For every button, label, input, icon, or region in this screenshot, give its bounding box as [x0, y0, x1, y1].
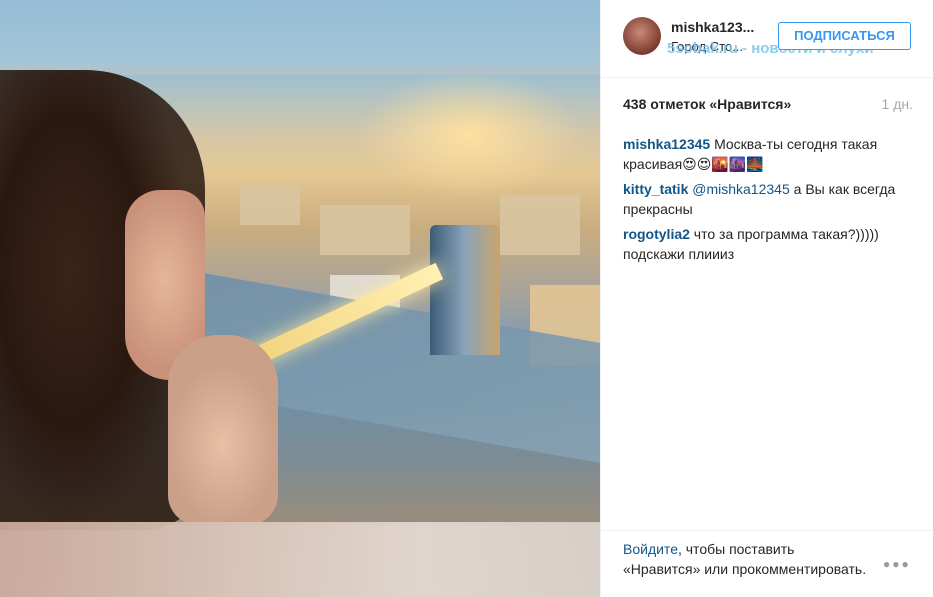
likes-row: 438 отметок «Нравится» 1 дн. — [623, 96, 913, 114]
photo-bottom-blur — [0, 522, 600, 597]
login-prompt: Войдите, чтобы поставить «Нравится» или … — [623, 539, 873, 579]
comment-author[interactable]: kitty_tatik — [623, 181, 688, 197]
comment-author[interactable]: rogotylia2 — [623, 226, 690, 242]
ellipsis-icon[interactable]: ●●● — [883, 557, 913, 571]
building — [500, 195, 580, 255]
building — [320, 205, 410, 255]
comment: rogotylia2 что за программа такая?))))) … — [623, 224, 913, 264]
photo-sky — [0, 0, 600, 78]
building — [240, 185, 300, 225]
likes-count[interactable]: 438 отметок «Нравится» — [623, 96, 791, 112]
comment: mishka12345 Москва-ты сегодня такая крас… — [623, 134, 913, 174]
post-time[interactable]: 1 дн. — [882, 96, 913, 112]
post-footer: Войдите, чтобы поставить «Нравится» или … — [601, 530, 933, 597]
comments-list: mishka12345 Москва-ты сегодня такая крас… — [623, 134, 913, 269]
post-side-panel: mishka123... Город Сто... 5sobak.ru - но… — [600, 0, 933, 597]
login-link[interactable]: Войдите — [623, 541, 678, 557]
comment-author[interactable]: mishka12345 — [623, 136, 710, 152]
tower — [430, 225, 500, 355]
avatar[interactable] — [623, 17, 661, 55]
follow-button[interactable]: ПОДПИСАТЬСЯ — [778, 22, 911, 50]
username-link[interactable]: mishka123... — [671, 19, 754, 35]
post-header: mishka123... Город Сто... 5sobak.ru - но… — [601, 0, 933, 78]
post-photo[interactable] — [0, 0, 600, 597]
comment: kitty_tatik @mishka12345 а Вы как всегда… — [623, 179, 913, 219]
peace-sign-hand — [168, 335, 278, 525]
comment-mention[interactable]: @mishka12345 — [692, 181, 790, 197]
